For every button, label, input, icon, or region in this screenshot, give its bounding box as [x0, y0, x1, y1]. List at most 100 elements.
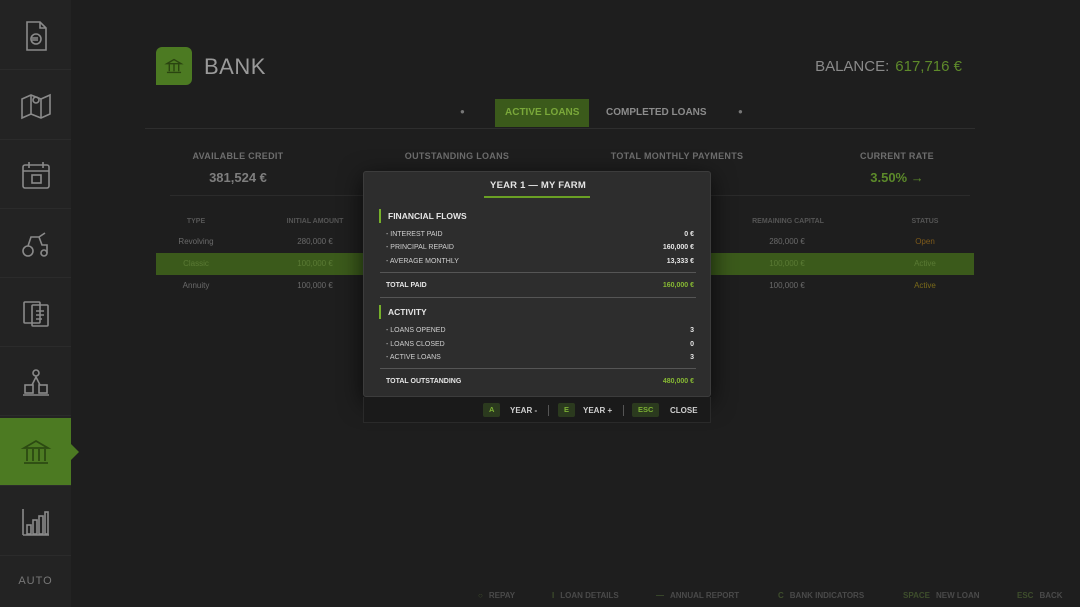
modal-title: YEAR 1 — MY FARM	[490, 180, 586, 191]
column-header-status[interactable]: STATUS	[895, 218, 955, 225]
stat-sub	[812, 162, 982, 168]
average-monthly-label: - AVERAGE MONTHLY	[386, 258, 459, 265]
cell-remaining-capital: 100,000 €	[769, 259, 805, 268]
hint-key: ○	[478, 591, 483, 600]
loans-opened-value: 3	[690, 327, 694, 334]
cell-initial-amount: 100,000 €	[297, 281, 333, 290]
hint-key: ESC	[1017, 591, 1034, 600]
loans-opened-label: - LOANS OPENED	[386, 327, 446, 334]
hint-key: —	[656, 591, 664, 600]
stat-sub	[153, 162, 323, 168]
balance-display: BALANCE: 617,716 €	[815, 58, 962, 75]
stat-outstanding-loans: OUTSTANDING LOANS	[372, 151, 542, 170]
loans-closed-label: - LOANS CLOSED	[386, 341, 445, 348]
cell-remaining-capital: 280,000 €	[769, 237, 805, 246]
separator	[548, 405, 549, 416]
hint-key: I	[552, 591, 555, 600]
hint-repay[interactable]: ○ REPAY	[478, 591, 515, 600]
total-outstanding-label: TOTAL OUTSTANDING	[386, 378, 462, 385]
tab-next-arrow[interactable]: ●	[738, 107, 743, 116]
year-next-button[interactable]: YEAR +	[583, 406, 612, 415]
sidebar-item-finances[interactable]	[0, 2, 71, 70]
cell-status: Active	[914, 259, 936, 268]
section-financial-flows: FINANCIAL FLOWS	[379, 209, 467, 223]
close-button[interactable]: CLOSE	[670, 406, 698, 415]
cell-type: Revolving	[178, 237, 214, 246]
cell-type: Classic	[183, 259, 209, 268]
sidebar-item-statistics[interactable]	[0, 488, 71, 556]
cell-initial-amount: 100,000 €	[297, 259, 333, 268]
divider	[380, 297, 696, 298]
cell-initial-amount: 280,000 €	[297, 237, 333, 246]
column-header-initial-amount[interactable]: INITIAL AMOUNT	[270, 218, 360, 225]
sidebar-more-label[interactable]: AUTO	[0, 575, 71, 587]
hint-key: C	[778, 591, 784, 600]
balance-label: BALANCE:	[815, 58, 890, 75]
divider	[380, 368, 696, 369]
cell-status: Open	[915, 237, 935, 246]
cell-type: Annuity	[182, 281, 210, 290]
tab-active-loans[interactable]: ACTIVE LOANS	[495, 99, 590, 127]
sidebar-item-map[interactable]	[0, 72, 71, 140]
principal-repaid-label: - PRINCIPAL REPAID	[386, 244, 454, 251]
sidebar-item-production[interactable]	[0, 348, 71, 416]
interest-paid-label: - INTEREST PAID	[386, 231, 443, 238]
cell-status: Active	[914, 281, 936, 290]
hint-back[interactable]: ESC BACK	[1017, 591, 1063, 600]
calendar-icon	[21, 161, 50, 189]
active-loans-label: - ACTIVE LOANS	[386, 354, 441, 361]
bank-icon	[20, 439, 51, 464]
stat-label: TOTAL MONTHLY PAYMENTS	[610, 151, 744, 161]
hint-bank-indicators[interactable]: C BANK INDICATORS	[778, 591, 864, 600]
document-euro-icon	[25, 20, 47, 51]
contracts-icon	[22, 300, 49, 327]
stat-value: 381,524 €	[209, 170, 267, 185]
hint-label: NEW LOAN	[935, 591, 980, 600]
production-icon	[22, 368, 49, 396]
stat-value: 3.50% →	[870, 170, 924, 185]
column-header-remaining-capital[interactable]: REMAINING CAPITAL	[733, 218, 843, 225]
stat-total-monthly-payments: TOTAL MONTHLY PAYMENTS	[592, 151, 762, 170]
separator	[623, 405, 624, 416]
hint-loan-details[interactable]: I LOAN DETAILS	[552, 591, 619, 600]
year-prev-key[interactable]: A	[483, 403, 501, 417]
stat-label: OUTSTANDING LOANS	[404, 151, 510, 161]
loans-closed-value: 0	[690, 341, 694, 348]
stat-label: CURRENT RATE	[860, 151, 934, 161]
hint-annual-report[interactable]: — ANNUAL REPORT	[656, 591, 739, 600]
year-prev-button[interactable]: YEAR -	[510, 406, 537, 415]
hint-label: ANNUAL REPORT	[670, 591, 740, 600]
stat-current-rate: CURRENT RATE 3.50% →	[812, 151, 982, 185]
column-header-type[interactable]: TYPE	[166, 218, 226, 225]
annual-report-modal: YEAR 1 — MY FARM FINANCIAL FLOWS - INTER…	[363, 171, 711, 397]
stat-sub	[592, 162, 762, 168]
tab-prev-arrow[interactable]: ●	[460, 107, 465, 116]
statistics-chart-icon	[21, 508, 49, 536]
hint-label: BACK	[1039, 591, 1063, 600]
modal-title-underline	[484, 196, 590, 198]
stat-label: AVAILABLE CREDIT	[192, 151, 284, 161]
hint-label: BANK INDICATORS	[789, 591, 865, 600]
close-key[interactable]: ESC	[632, 403, 660, 417]
section-activity: ACTIVITY	[379, 305, 427, 319]
tab-completed-loans[interactable]: COMPLETED LOANS	[596, 99, 717, 127]
stat-available-credit: AVAILABLE CREDIT 381,524 €	[153, 151, 323, 185]
principal-repaid-value: 160,000 €	[662, 244, 694, 251]
sidebar-item-bank[interactable]	[0, 418, 79, 486]
sidebar-item-vehicles[interactable]	[0, 210, 71, 278]
map-icon	[20, 93, 51, 119]
average-monthly-value: 13,333 €	[666, 258, 694, 265]
hint-new-loan[interactable]: SPACE NEW LOAN	[903, 591, 980, 600]
stat-sub	[372, 162, 542, 168]
sidebar-item-contracts[interactable]	[0, 279, 71, 347]
total-paid-label: TOTAL PAID	[386, 282, 427, 289]
interest-paid-value: 0 €	[684, 231, 694, 238]
balance-value: 617,716 €	[895, 58, 962, 75]
tractor-icon	[21, 231, 48, 257]
bank-icon	[164, 58, 184, 74]
year-next-key[interactable]: E	[558, 403, 576, 417]
sidebar-item-calendar[interactable]	[0, 141, 71, 209]
bank-logo	[156, 47, 192, 85]
divider	[380, 272, 696, 273]
hint-key: SPACE	[903, 591, 930, 600]
